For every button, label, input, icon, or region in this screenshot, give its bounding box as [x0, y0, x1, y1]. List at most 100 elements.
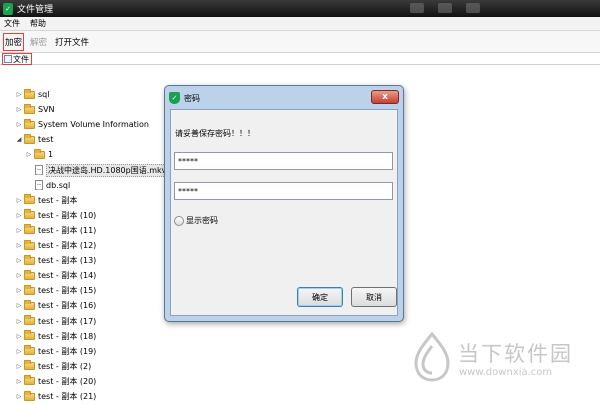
- tree-folder-item[interactable]: ▷ test - 副本 (12): [15, 238, 96, 253]
- folder-icon: [24, 315, 35, 325]
- collapsed-arrow-icon[interactable]: ▷: [15, 91, 23, 98]
- confirm-password-input[interactable]: *****: [174, 182, 393, 200]
- ok-button[interactable]: 确定: [297, 287, 343, 307]
- window-controls: [410, 3, 480, 13]
- minimize-icon[interactable]: [410, 3, 424, 13]
- tree-folder-item[interactable]: ▷ test - 副本 (2): [15, 359, 91, 374]
- document-icon: [35, 180, 43, 191]
- tree-file-item[interactable]: db.sql: [25, 178, 70, 193]
- collapsed-arrow-icon[interactable]: ▷: [15, 272, 23, 279]
- collapsed-arrow-icon[interactable]: ▷: [15, 257, 23, 264]
- collapsed-arrow-icon[interactable]: ▷: [15, 378, 23, 385]
- dialog-titlebar: ✓ 密码: [169, 91, 200, 105]
- tree-folder-item[interactable]: ▷ test - 副本 (10): [15, 208, 96, 223]
- decrypt-button[interactable]: 解密: [28, 33, 49, 51]
- cancel-button[interactable]: 取消: [351, 287, 397, 307]
- collapsed-arrow-icon[interactable]: ▷: [15, 287, 23, 294]
- tree-item-label: test - 副本 (14): [38, 271, 97, 281]
- close-window-icon[interactable]: [466, 3, 480, 13]
- collapsed-arrow-icon[interactable]: ▷: [15, 242, 23, 249]
- folder-icon: [24, 254, 35, 265]
- collapsed-arrow-icon[interactable]: ▷: [15, 197, 23, 204]
- show-password-radio[interactable]: [174, 215, 184, 226]
- tree-folder-item[interactable]: ◢ test: [15, 132, 53, 147]
- folder-icon: [24, 118, 35, 129]
- collapsed-arrow-icon[interactable]: ▷: [15, 318, 23, 325]
- folder-icon: [24, 194, 35, 205]
- tab-file[interactable]: 文件: [2, 53, 32, 65]
- tree-folder-item[interactable]: ▷ System Volume Information: [15, 117, 149, 132]
- tree-folder-item[interactable]: ▷ test - 副本 (20): [15, 374, 96, 389]
- tree-folder-item[interactable]: ▷ test - 副本 (15): [15, 283, 96, 298]
- collapsed-arrow-icon[interactable]: ▷: [15, 106, 23, 113]
- collapsed-arrow-icon[interactable]: ▷: [15, 302, 23, 309]
- collapsed-arrow-icon[interactable]: ▷: [25, 151, 33, 158]
- collapsed-arrow-icon[interactable]: ▷: [15, 363, 23, 370]
- folder-icon: [24, 133, 35, 144]
- file-tab-icon: [4, 55, 12, 63]
- folder-icon: [24, 224, 35, 235]
- tree-folder-item[interactable]: ▷ test - 副本 (16): [15, 298, 96, 313]
- collapsed-arrow-icon[interactable]: ▷: [15, 121, 23, 128]
- watermark-url: www.downxia.com: [459, 367, 553, 378]
- expanded-arrow-icon[interactable]: ◢: [15, 136, 23, 143]
- dialog-title: 密码: [184, 93, 200, 103]
- maximize-icon[interactable]: [438, 3, 452, 13]
- menu-file[interactable]: 文件: [4, 18, 20, 29]
- tree-item-label: 决战中途岛.HD.1080p国语.mkv: [46, 163, 168, 177]
- folder-icon: [24, 103, 35, 114]
- tree-item-label: test - 副本 (20): [38, 376, 97, 386]
- folder-icon: [24, 239, 35, 250]
- toolbar: 加密 解密 打开文件: [0, 31, 600, 53]
- tree-file-item[interactable]: 决战中途岛.HD.1080p国语.mkv: [25, 163, 168, 178]
- folder-icon: [24, 269, 35, 280]
- encrypt-button[interactable]: 加密: [3, 32, 25, 51]
- tree-item-label: SVN: [38, 105, 55, 115]
- window-titlebar: ✓ 文件管理: [0, 0, 600, 17]
- tree-item-label: test - 副本 (13): [38, 256, 97, 266]
- tree-item-label: db.sql: [46, 180, 71, 190]
- tree-folder-item[interactable]: ▷ test - 副本 (21): [15, 389, 96, 404]
- dialog-close-button[interactable]: x: [371, 90, 399, 104]
- folder-icon: [24, 299, 35, 310]
- folder-icon: [24, 88, 35, 99]
- file-tree: ▷ sql ▷ SVN ▷ System Volume Information ◢ test ▷…: [0, 66, 168, 405]
- watermark: 当下软件园 www.downxia.com: [412, 328, 587, 388]
- tab-file-label: 文件: [13, 54, 29, 64]
- collapsed-arrow-icon[interactable]: ▷: [15, 393, 23, 400]
- collapsed-arrow-icon[interactable]: ▷: [15, 333, 23, 340]
- tree-folder-item[interactable]: ▷ test - 副本: [15, 193, 77, 208]
- watermark-name: 当下软件园: [458, 342, 573, 366]
- tree-item-label: test: [38, 135, 54, 145]
- tree-folder-item[interactable]: ▷ 1: [25, 147, 53, 162]
- password-dialog: ✓ 密码 x 请妥善保存密码！！！ ***** ***** 显示密码 确定 取消: [164, 85, 404, 322]
- tree-item-label: System Volume Information: [38, 120, 149, 130]
- tree-folder-item[interactable]: ▷ test - 副本 (18): [15, 329, 96, 344]
- collapsed-arrow-icon[interactable]: ▷: [15, 227, 23, 234]
- tree-item-label: 1: [48, 150, 54, 160]
- tree-folder-item[interactable]: ▷ test - 副本 (11): [15, 223, 96, 238]
- tree-folder-item[interactable]: ▷ test - 副本 (14): [15, 268, 96, 283]
- tree-item-label: test - 副本: [38, 195, 78, 205]
- watermark-logo-icon: [414, 332, 450, 382]
- tree-item-label: test - 副本 (15): [38, 286, 97, 296]
- menu-help[interactable]: 帮助: [30, 18, 46, 29]
- window-title: 文件管理: [17, 5, 54, 15]
- show-password-option[interactable]: 显示密码: [174, 215, 218, 226]
- folder-icon: [24, 360, 35, 371]
- tab-row: 文件: [0, 53, 600, 65]
- password-input[interactable]: *****: [174, 152, 393, 170]
- app-icon: ✓: [3, 2, 13, 15]
- collapsed-arrow-icon[interactable]: ▷: [15, 212, 23, 219]
- tree-folder-item[interactable]: ▷ test - 副本 (17): [15, 314, 96, 329]
- tree-folder-item[interactable]: ▷ sql: [15, 87, 49, 102]
- tree-item-label: test - 副本 (11): [38, 225, 97, 235]
- tree-folder-item[interactable]: ▷ test - 副本 (13): [15, 253, 96, 268]
- tree-item-label: test - 副本 (16): [38, 301, 97, 311]
- folder-icon: [34, 148, 45, 159]
- tree-folder-item[interactable]: ▷ test - 副本 (19): [15, 344, 96, 359]
- collapsed-arrow-icon[interactable]: ▷: [15, 348, 23, 355]
- folder-icon: [24, 345, 35, 356]
- tree-folder-item[interactable]: ▷ SVN: [15, 102, 55, 117]
- open-file-button[interactable]: 打开文件: [53, 33, 91, 51]
